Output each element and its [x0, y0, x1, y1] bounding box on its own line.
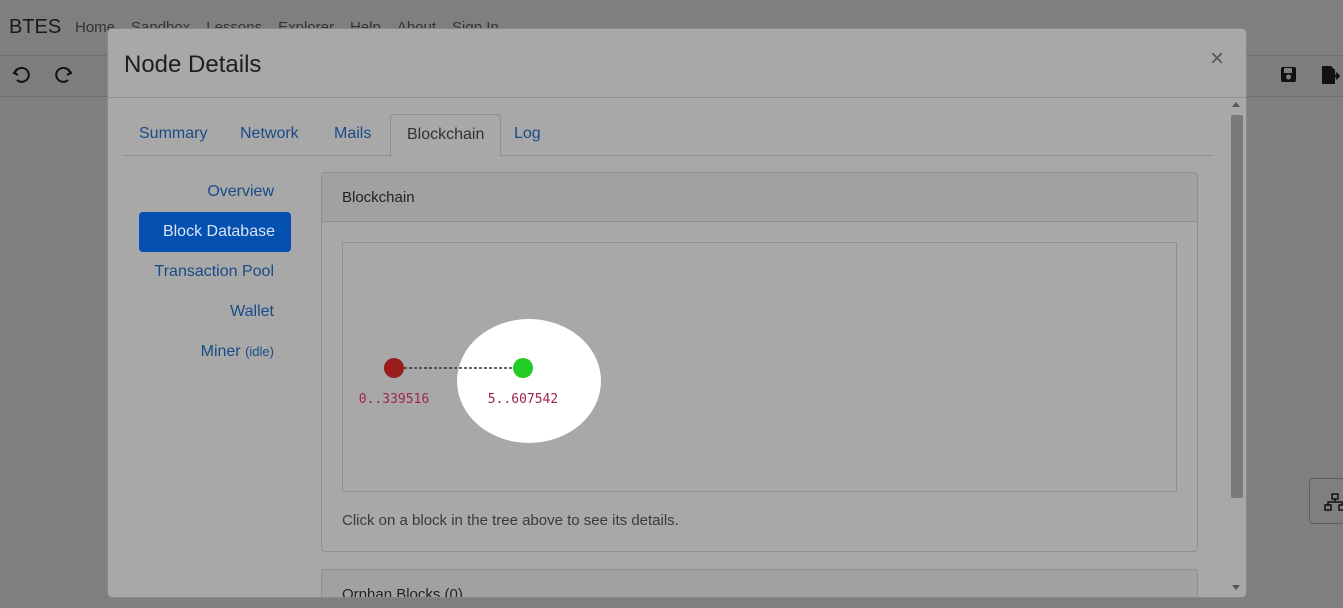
scroll-up-arrow-icon[interactable]: [1232, 102, 1240, 107]
tab-bar: Summary Network Mails Blockchain Log: [123, 114, 1212, 157]
block-label-genesis: 0..339516: [359, 392, 429, 407]
miner-label: Miner: [200, 343, 241, 360]
modal-body: Summary Network Mails Blockchain Log Ove…: [108, 98, 1228, 597]
tab-log[interactable]: Log: [498, 114, 557, 154]
modal-title: Node Details: [124, 51, 262, 78]
scroll-thumb[interactable]: [1231, 115, 1243, 498]
block-node-genesis[interactable]: [384, 358, 404, 378]
tab-summary[interactable]: Summary: [123, 114, 223, 154]
modal-header: Node Details ×: [108, 29, 1246, 98]
sidebar-item-overview[interactable]: Overview: [198, 172, 274, 212]
close-icon[interactable]: ×: [1210, 47, 1224, 71]
block-tree-canvas: 0..339516 5..607542: [359, 319, 601, 443]
blockchain-card-header: Blockchain: [322, 173, 1197, 222]
tab-blockchain[interactable]: Blockchain: [390, 114, 502, 157]
orphan-blocks-card[interactable]: Orphan Blocks (0): [321, 569, 1198, 597]
sidebar-item-transaction-pool[interactable]: Transaction Pool: [148, 252, 274, 292]
tab-mails[interactable]: Mails: [318, 114, 387, 154]
sidebar-item-block-database[interactable]: Block Database: [139, 212, 291, 252]
scroll-down-arrow-icon[interactable]: [1232, 585, 1240, 590]
block-node-tip[interactable]: [513, 358, 533, 378]
blockchain-card-title: Blockchain: [342, 189, 415, 206]
tab-network[interactable]: Network: [224, 114, 315, 154]
selection-highlight: [457, 319, 601, 443]
miner-status: (idle): [245, 344, 274, 359]
sidebar-item-wallet[interactable]: Wallet: [208, 292, 274, 332]
sidebar-item-miner[interactable]: Miner (idle): [188, 332, 274, 372]
node-details-modal: Node Details × Summary Network Mails Blo…: [107, 28, 1247, 598]
blockchain-card: Blockchain 0..339516 5..607542 Click on …: [321, 172, 1198, 552]
orphan-blocks-title: Orphan Blocks (0): [342, 586, 463, 597]
block-tree: 0..339516 5..607542: [342, 242, 1177, 492]
block-tree-hint: Click on a block in the tree above to se…: [342, 512, 679, 529]
modal-scrollbar[interactable]: [1228, 98, 1246, 597]
block-label-tip: 5..607542: [488, 392, 558, 407]
